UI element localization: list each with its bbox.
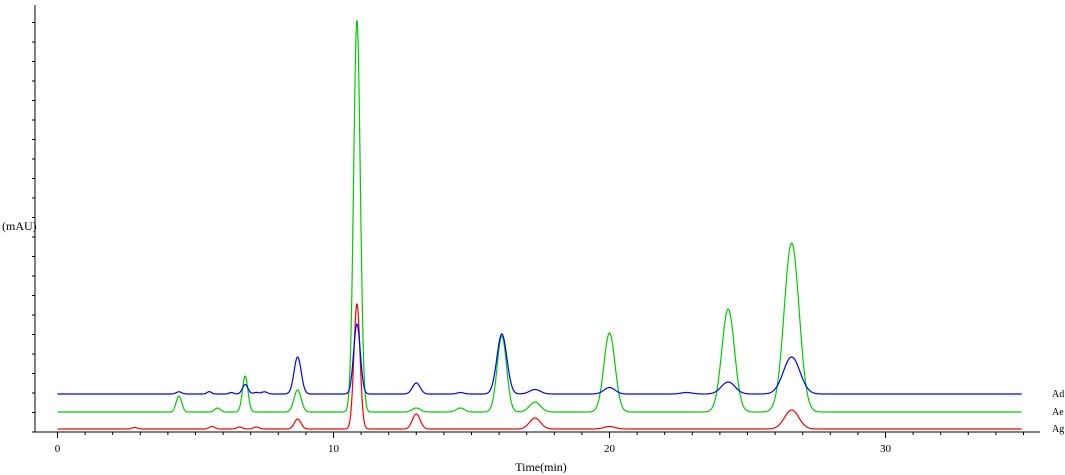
chromatogram-traces: Ad Ae Ag bbox=[57, 20, 1064, 435]
x-tick-label: 10 bbox=[328, 443, 340, 455]
series-label-ag: Ag bbox=[1052, 424, 1064, 435]
trace-ag bbox=[57, 302, 1022, 430]
x-tick-label: 30 bbox=[880, 443, 892, 455]
trace-ae bbox=[57, 20, 1022, 413]
x-axis-ticks: 0 10 20 30 bbox=[55, 432, 1024, 455]
series-label-ad: Ad bbox=[1052, 389, 1064, 400]
x-axis-label: Time(min) bbox=[515, 460, 567, 474]
series-label-ae: Ae bbox=[1052, 407, 1064, 418]
x-tick-label: 0 bbox=[55, 443, 61, 455]
trace-ad bbox=[57, 323, 1022, 395]
y-axis-label: (mAU) bbox=[2, 219, 37, 233]
chromatogram-chart: 0 10 20 30 Ad Ae Ag (mAU) Time(min) bbox=[2, 5, 1064, 474]
x-tick-label: 20 bbox=[604, 443, 616, 455]
